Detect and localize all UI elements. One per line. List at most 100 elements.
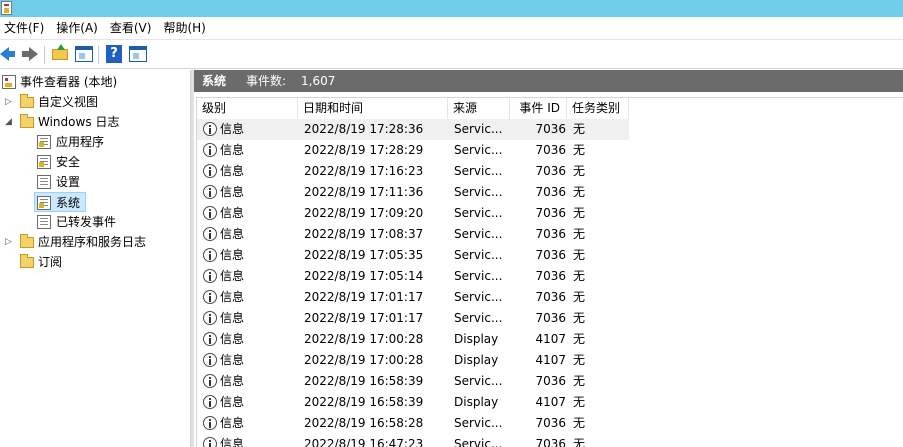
info-icon bbox=[203, 268, 217, 283]
tree-item-application[interactable]: 应用程序 bbox=[0, 132, 190, 152]
cell-level: 信息 bbox=[203, 119, 297, 140]
tree-item-windows-logs[interactable]: ◢ Windows 日志 bbox=[0, 112, 190, 132]
tree-item-forwarded-events[interactable]: 已转发事件 bbox=[0, 212, 190, 232]
menu-bar: 文件(F) 操作(A) 查看(V) 帮助(H) bbox=[0, 17, 903, 39]
table-row[interactable]: 信息 2022/8/19 17:01:17 Servic... 7036 无 bbox=[197, 308, 903, 329]
event-table: 级别 日期和时间 来源 事件 ID 任务类别 信息 2022/8/19 17:28… bbox=[196, 97, 903, 447]
forward-button[interactable] bbox=[20, 44, 40, 64]
menu-help[interactable]: 帮助(H) bbox=[159, 17, 209, 39]
event-count-label: 事件数: bbox=[246, 74, 287, 88]
table-row[interactable]: 信息 2022/8/19 17:09:20 Servic... 7036 无 bbox=[197, 203, 903, 224]
table-row[interactable]: 信息 2022/8/19 17:28:36 Servic... 7036 无 bbox=[197, 119, 629, 140]
info-icon bbox=[203, 184, 217, 199]
tree-item-security[interactable]: 安全 bbox=[0, 152, 190, 172]
menu-file[interactable]: 文件(F) bbox=[0, 17, 48, 39]
cell-task-category: 无 bbox=[573, 290, 586, 304]
cell-event-id: 4107 bbox=[535, 332, 566, 346]
table-row[interactable]: 信息 2022/8/19 16:47:23 Servic... 7036 无 bbox=[197, 434, 903, 447]
show-hide-action-pane-button[interactable] bbox=[128, 44, 148, 64]
menu-view[interactable]: 查看(V) bbox=[106, 17, 156, 39]
cell-source: Display bbox=[454, 332, 499, 346]
tree-item-label: 系统 bbox=[56, 196, 81, 210]
table-row[interactable]: 信息 2022/8/19 16:58:28 Servic... 7036 无 bbox=[197, 413, 903, 434]
cell-level: 信息 bbox=[203, 140, 297, 161]
cell-level: 信息 bbox=[203, 203, 297, 224]
event-list: 信息 2022/8/19 17:28:36 Servic... 7036 无信息 2022… bbox=[197, 119, 903, 447]
menu-action[interactable]: 操作(A) bbox=[52, 17, 102, 39]
cell-task-category: 无 bbox=[573, 143, 586, 157]
help-button[interactable]: ? bbox=[104, 44, 124, 64]
table-row[interactable]: 信息 2022/8/19 17:05:35 Servic... 7036 无 bbox=[197, 245, 903, 266]
event-viewer-app-icon[interactable] bbox=[1, 1, 12, 15]
expand-arrow-icon[interactable]: ▷ bbox=[5, 92, 12, 112]
table-row[interactable]: 信息 2022/8/19 17:01:17 Servic... 7036 无 bbox=[197, 287, 903, 308]
column-header-datetime[interactable]: 日期和时间 bbox=[298, 98, 448, 119]
collapse-arrow-icon[interactable]: ◢ bbox=[5, 112, 12, 132]
tree-item-app-service-logs[interactable]: ▷ 应用程序和服务日志 bbox=[0, 232, 190, 252]
cell-task-category: 无 bbox=[573, 269, 586, 283]
table-row[interactable]: 信息 2022/8/19 17:00:28 Display 4107 无 bbox=[197, 329, 903, 350]
info-icon bbox=[203, 121, 217, 136]
tree-item-root[interactable]: 事件查看器 (本地) bbox=[0, 72, 190, 92]
table-row[interactable]: 信息 2022/8/19 17:28:29 Servic... 7036 无 bbox=[197, 140, 903, 161]
cell-datetime: 2022/8/19 17:09:20 bbox=[304, 206, 424, 220]
table-row[interactable]: 信息 2022/8/19 17:05:14 Servic... 7036 无 bbox=[197, 266, 903, 287]
cell-level: 信息 bbox=[203, 266, 297, 287]
show-hide-action-pane-icon bbox=[129, 46, 147, 62]
table-row[interactable]: 信息 2022/8/19 17:00:28 Display 4107 无 bbox=[197, 350, 903, 371]
column-header-source[interactable]: 来源 bbox=[448, 98, 510, 119]
table-row[interactable]: 信息 2022/8/19 16:58:39 Servic... 7036 无 bbox=[197, 371, 903, 392]
column-header-level[interactable]: 级别 bbox=[197, 98, 298, 119]
cell-task-category: 无 bbox=[573, 164, 586, 178]
info-icon bbox=[203, 394, 217, 409]
cell-level: 信息 bbox=[203, 371, 297, 392]
cell-source: Servic... bbox=[454, 164, 503, 178]
column-header-event-id[interactable]: 事件 ID bbox=[510, 98, 567, 119]
show-hide-console-tree-button[interactable] bbox=[74, 44, 94, 64]
event-count-value: 1,607 bbox=[301, 74, 336, 88]
tree-item-label: 已转发事件 bbox=[56, 215, 117, 229]
cell-event-id: 7036 bbox=[535, 248, 566, 262]
cell-source: Servic... bbox=[454, 248, 503, 262]
cell-event-id: 7036 bbox=[535, 416, 566, 430]
table-row[interactable]: 信息 2022/8/19 17:08:37 Servic... 7036 无 bbox=[197, 224, 903, 245]
tree-item-setup[interactable]: 设置 bbox=[0, 172, 190, 192]
cell-task-category: 无 bbox=[573, 353, 586, 367]
tree-item-system[interactable]: 系统 bbox=[34, 192, 86, 212]
info-icon bbox=[203, 310, 217, 325]
level-text: 信息 bbox=[220, 269, 245, 283]
cell-source: Servic... bbox=[454, 227, 503, 241]
tree-item-custom-views[interactable]: ▷ 自定义视图 bbox=[0, 92, 190, 112]
column-header-task-category[interactable]: 任务类别 bbox=[567, 98, 629, 119]
cell-event-id: 4107 bbox=[535, 353, 566, 367]
expand-arrow-icon[interactable]: ▷ bbox=[5, 232, 12, 252]
cell-datetime: 2022/8/19 16:58:39 bbox=[304, 395, 424, 409]
table-row[interactable]: 信息 2022/8/19 17:16:23 Servic... 7036 无 bbox=[197, 161, 903, 182]
log-icon bbox=[37, 215, 51, 229]
back-button[interactable] bbox=[0, 44, 20, 64]
level-text: 信息 bbox=[220, 290, 245, 304]
cell-source: Display bbox=[454, 395, 499, 409]
cell-datetime: 2022/8/19 17:11:36 bbox=[304, 185, 424, 199]
log-icon bbox=[37, 175, 51, 189]
pane-title: 系统 bbox=[202, 74, 227, 88]
cell-level: 信息 bbox=[203, 308, 297, 329]
table-row[interactable]: 信息 2022/8/19 16:58:39 Display 4107 无 bbox=[197, 392, 903, 413]
cell-source: Servic... bbox=[454, 143, 503, 157]
level-text: 信息 bbox=[220, 185, 245, 199]
cell-source: Servic... bbox=[454, 290, 503, 304]
level-text: 信息 bbox=[220, 122, 245, 136]
cell-task-category: 无 bbox=[573, 437, 586, 447]
show-hide-tree-icon bbox=[75, 46, 93, 62]
cell-task-category: 无 bbox=[573, 395, 586, 409]
tree-item-subscriptions[interactable]: 订阅 bbox=[0, 252, 190, 272]
table-row[interactable]: 信息 2022/8/19 17:11:36 Servic... 7036 无 bbox=[197, 182, 903, 203]
level-text: 信息 bbox=[220, 353, 245, 367]
level-text: 信息 bbox=[220, 143, 245, 157]
tree-item-label: Windows 日志 bbox=[38, 115, 120, 129]
up-one-level-button[interactable] bbox=[50, 44, 70, 64]
cell-source: Servic... bbox=[454, 269, 503, 283]
cell-level: 信息 bbox=[203, 161, 297, 182]
tree-item-label: 自定义视图 bbox=[38, 95, 99, 109]
cell-task-category: 无 bbox=[573, 374, 586, 388]
